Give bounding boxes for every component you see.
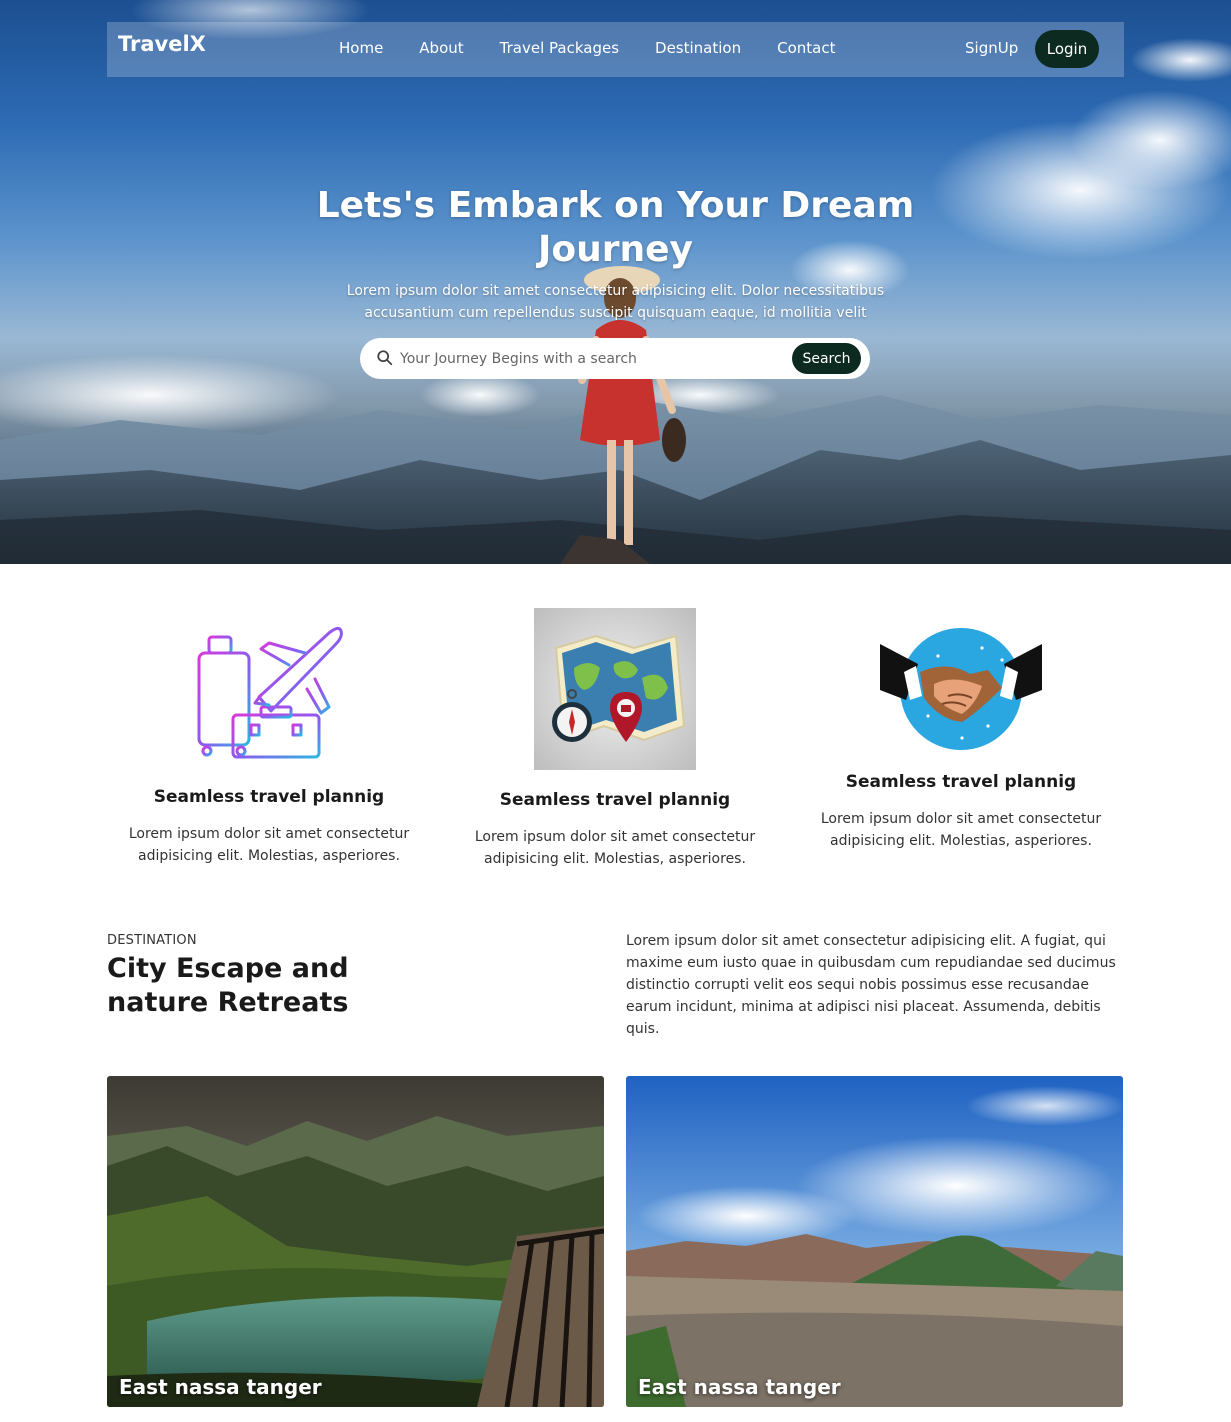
hero-section: TravelX Home About Travel Packages Desti… bbox=[0, 0, 1231, 564]
nav-link-travel-packages[interactable]: Travel Packages bbox=[500, 39, 619, 57]
feature-text: Lorem ipsum dolor sit amet consectetur a… bbox=[474, 829, 756, 867]
map-compass-icon bbox=[534, 608, 696, 770]
feature-card-2: Seamless travel plannig Lorem ipsum dolo… bbox=[455, 608, 775, 870]
handshake-icon bbox=[880, 628, 1042, 750]
signup-link[interactable]: SignUp bbox=[965, 39, 1018, 57]
destination-paragraph: Lorem ipsum dolor sit amet consectetur a… bbox=[626, 933, 1116, 1037]
search-input[interactable] bbox=[400, 346, 780, 371]
search-icon bbox=[377, 350, 393, 366]
search-button[interactable]: Search bbox=[792, 343, 861, 374]
login-button[interactable]: Login bbox=[1035, 30, 1099, 68]
nav-link-destination[interactable]: Destination bbox=[655, 39, 741, 57]
feature-text: Lorem ipsum dolor sit amet consectetur a… bbox=[128, 826, 410, 864]
feature-title: Seamless travel plannig bbox=[153, 787, 385, 807]
feature-card-1: Seamless travel plannig Lorem ipsum dolo… bbox=[109, 615, 429, 867]
feature-title: Seamless travel plannig bbox=[499, 790, 731, 810]
brand-logo[interactable]: TravelX bbox=[118, 32, 206, 56]
nav-links: Home About Travel Packages Destination C… bbox=[339, 39, 835, 57]
destination-eyebrow: DESTINATION bbox=[107, 933, 197, 948]
destination-card-lake[interactable]: East nassa tanger bbox=[107, 1076, 604, 1407]
feature-card-3: Seamless travel plannig Lorem ipsum dolo… bbox=[801, 626, 1121, 852]
nav-link-about[interactable]: About bbox=[419, 39, 463, 57]
search-bar: Search bbox=[360, 338, 870, 379]
card-label: East nassa tanger bbox=[638, 1375, 841, 1399]
nav-link-home[interactable]: Home bbox=[339, 39, 383, 57]
top-navbar: TravelX Home About Travel Packages Desti… bbox=[107, 22, 1124, 77]
card-label: East nassa tanger bbox=[119, 1375, 322, 1399]
feature-title: Seamless travel plannig bbox=[845, 772, 1077, 792]
lake-mountain-image bbox=[107, 1076, 604, 1407]
luggage-airplane-icon bbox=[197, 626, 343, 759]
destination-heading: City Escape and nature Retreats bbox=[107, 953, 349, 1018]
nav-link-contact[interactable]: Contact bbox=[777, 39, 835, 57]
hero-title: Lets's Embark on Your Dream Journey bbox=[316, 185, 915, 270]
feature-text: Lorem ipsum dolor sit amet consectetur a… bbox=[820, 811, 1102, 849]
hero-subtitle: Lorem ipsum dolor sit amet consectetur a… bbox=[346, 283, 885, 321]
volcano-landscape-image bbox=[626, 1076, 1123, 1407]
destination-card-volcano[interactable]: East nassa tanger bbox=[626, 1076, 1123, 1407]
